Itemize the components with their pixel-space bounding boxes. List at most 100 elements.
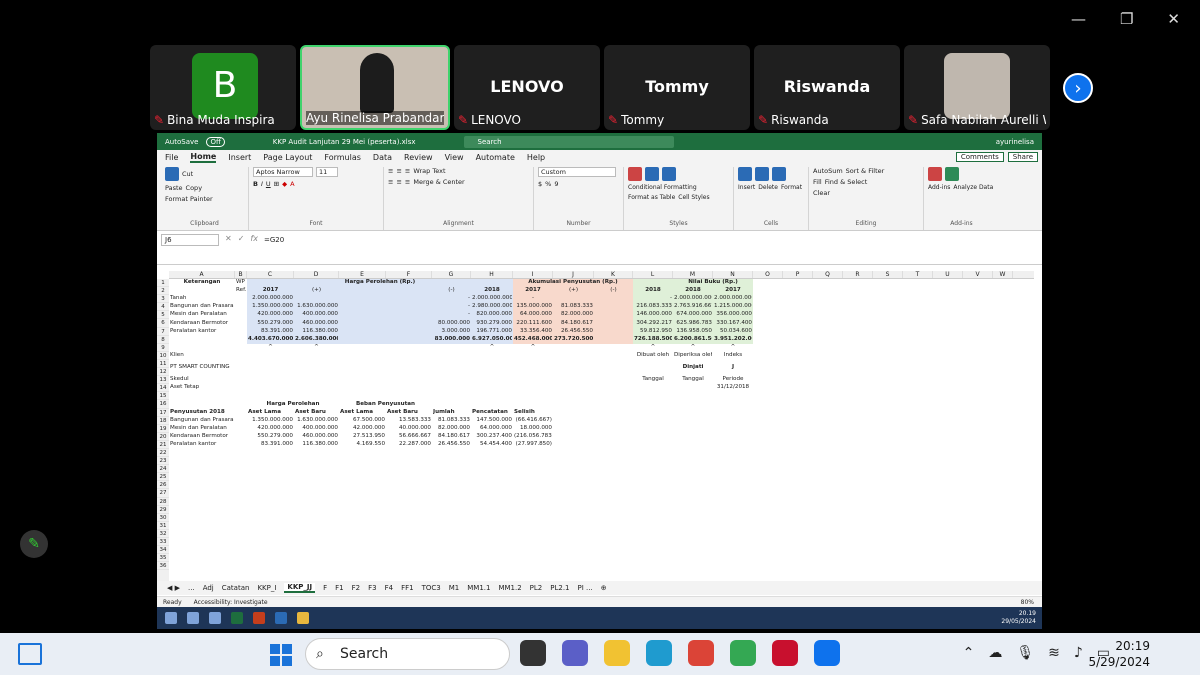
- sheet-tab[interactable]: ...: [188, 584, 195, 592]
- cell[interactable]: 3.951.202.000: [714, 336, 752, 343]
- cell[interactable]: 1.350.000.000: [248, 417, 293, 424]
- windows-icon[interactable]: [165, 612, 177, 624]
- row-header[interactable]: 10: [157, 352, 169, 360]
- cell[interactable]: 64.000.000: [472, 425, 512, 432]
- cell[interactable]: 147.500.000: [472, 417, 512, 424]
- cell[interactable]: Jumlah: [433, 409, 470, 416]
- cell[interactable]: Beban Penyusutan: [340, 401, 431, 408]
- column-header[interactable]: F: [386, 271, 432, 278]
- cell[interactable]: 2018: [634, 287, 672, 294]
- volume-icon[interactable]: ♪: [1074, 645, 1083, 661]
- percent-icon[interactable]: %: [545, 180, 551, 188]
- cell[interactable]: (-): [433, 287, 470, 294]
- cell[interactable]: 2.000.000.000: [248, 295, 293, 302]
- sheet-tab[interactable]: KKP_JJ: [284, 583, 316, 593]
- task-view-icon[interactable]: [520, 640, 546, 666]
- row-header[interactable]: 13: [157, 376, 169, 385]
- delete-button[interactable]: Delete: [758, 184, 778, 191]
- format-painter-button[interactable]: Format Painter: [165, 195, 213, 203]
- row-header[interactable]: 35: [157, 554, 169, 563]
- microphone-icon[interactable]: 🎙: [1016, 645, 1034, 661]
- cell[interactable]: Diperiksa oleh: [674, 352, 712, 359]
- cell[interactable]: 460.000.000: [295, 320, 338, 327]
- insert-button[interactable]: Insert: [738, 184, 755, 191]
- row-header[interactable]: 17: [157, 409, 169, 417]
- italic-icon[interactable]: I: [261, 180, 263, 188]
- sheet-tab[interactable]: TOC3: [422, 584, 441, 592]
- row-header[interactable]: 1: [157, 279, 169, 288]
- cell[interactable]: 27.513.950: [340, 433, 385, 440]
- cell[interactable]: Aset Lama: [248, 409, 293, 416]
- cell[interactable]: Harga Perolehan (Rp.): [248, 279, 512, 286]
- align-top-icon[interactable]: ≡: [388, 167, 393, 175]
- border-icon[interactable]: ⊞: [274, 180, 279, 188]
- cell-styles-icon[interactable]: [662, 167, 676, 181]
- sheet-tab[interactable]: F4: [385, 584, 393, 592]
- comma-icon[interactable]: 9: [554, 180, 558, 188]
- comments-button[interactable]: Comments: [955, 152, 1004, 162]
- row-header[interactable]: 22: [157, 449, 169, 458]
- cell[interactable]: Pencatatan: [472, 409, 512, 416]
- enter-icon[interactable]: ✓: [238, 234, 245, 243]
- cell[interactable]: Kendaraan Bermotor: [170, 320, 234, 327]
- column-header[interactable]: K: [594, 271, 633, 278]
- tab-automate[interactable]: Automate: [476, 153, 515, 162]
- cell[interactable]: 2017: [514, 287, 552, 294]
- row-header[interactable]: 21: [157, 441, 169, 449]
- cell[interactable]: 82.000.000: [433, 425, 470, 432]
- cell[interactable]: 4.403.670.000: [248, 336, 293, 343]
- cell[interactable]: Tanggal: [634, 376, 672, 383]
- cut-button[interactable]: Cut: [182, 170, 193, 178]
- cell[interactable]: 6.200.861.500: [674, 336, 712, 343]
- cell[interactable]: (+): [295, 287, 338, 294]
- row-header[interactable]: 34: [157, 546, 169, 555]
- formula-input[interactable]: =G20: [264, 234, 284, 246]
- cell[interactable]: Bangunan dan Prasarana: [170, 303, 234, 310]
- cell[interactable]: 3.000.000: [433, 328, 470, 335]
- participant-tile[interactable]: Tommy ✎ Tommy: [604, 45, 750, 130]
- tab-data[interactable]: Data: [373, 153, 392, 162]
- cell[interactable]: 460.000.000: [295, 433, 338, 440]
- cell[interactable]: -: [433, 303, 470, 310]
- wifi-icon[interactable]: ≋: [1048, 645, 1060, 661]
- taskbar-search[interactable]: ⌕ Search: [305, 638, 510, 670]
- cell[interactable]: -: [634, 295, 672, 302]
- conditional-formatting-button[interactable]: Conditional Formatting: [628, 184, 697, 191]
- column-header[interactable]: S: [873, 271, 903, 278]
- cell[interactable]: -: [514, 295, 552, 302]
- accessibility-status[interactable]: Accessibility: Investigate: [194, 599, 268, 606]
- cell[interactable]: 2.763.916.667: [674, 303, 712, 310]
- cell[interactable]: Skedul: [170, 376, 234, 383]
- sheet-nav-arrows[interactable]: ◀ ▶: [167, 584, 180, 592]
- cell[interactable]: ^: [674, 344, 712, 351]
- participant-tile[interactable]: B ✎ Bina Muda Inspira: [150, 45, 296, 130]
- cell[interactable]: 81.083.333: [554, 303, 593, 310]
- autosum-button[interactable]: AutoSum: [813, 167, 843, 175]
- cell[interactable]: 452.468.000: [514, 336, 552, 343]
- cell[interactable]: Ref.: [236, 287, 246, 294]
- row-header[interactable]: 12: [157, 368, 169, 377]
- addins-button[interactable]: Add-ins: [928, 184, 950, 191]
- column-header[interactable]: O: [753, 271, 783, 278]
- cell[interactable]: 1.350.000.000: [248, 303, 293, 310]
- tab-formulas[interactable]: Formulas: [324, 153, 361, 162]
- column-header[interactable]: L: [633, 271, 673, 278]
- cell[interactable]: Indeks: [714, 352, 752, 359]
- currency-icon[interactable]: $: [538, 180, 542, 188]
- column-header[interactable]: M: [673, 271, 713, 278]
- search-icon[interactable]: [187, 612, 199, 624]
- mcafee-icon[interactable]: [772, 640, 798, 666]
- row-header[interactable]: 4: [157, 303, 169, 312]
- close-icon[interactable]: ✕: [1167, 10, 1180, 28]
- cell[interactable]: 420.000.000: [248, 311, 293, 318]
- row-header[interactable]: 19: [157, 425, 169, 433]
- wrap-text-button[interactable]: Wrap Text: [413, 167, 445, 175]
- sheet-tab[interactable]: F1: [335, 584, 343, 592]
- font-size-select[interactable]: 11: [316, 167, 338, 177]
- edge-icon[interactable]: [646, 640, 672, 666]
- cell[interactable]: Aset Baru: [387, 409, 431, 416]
- share-button[interactable]: Share: [1007, 152, 1038, 162]
- column-header[interactable]: A: [169, 271, 235, 278]
- cell[interactable]: 83.391.000: [248, 328, 293, 335]
- cell[interactable]: 625.986.783: [674, 320, 712, 327]
